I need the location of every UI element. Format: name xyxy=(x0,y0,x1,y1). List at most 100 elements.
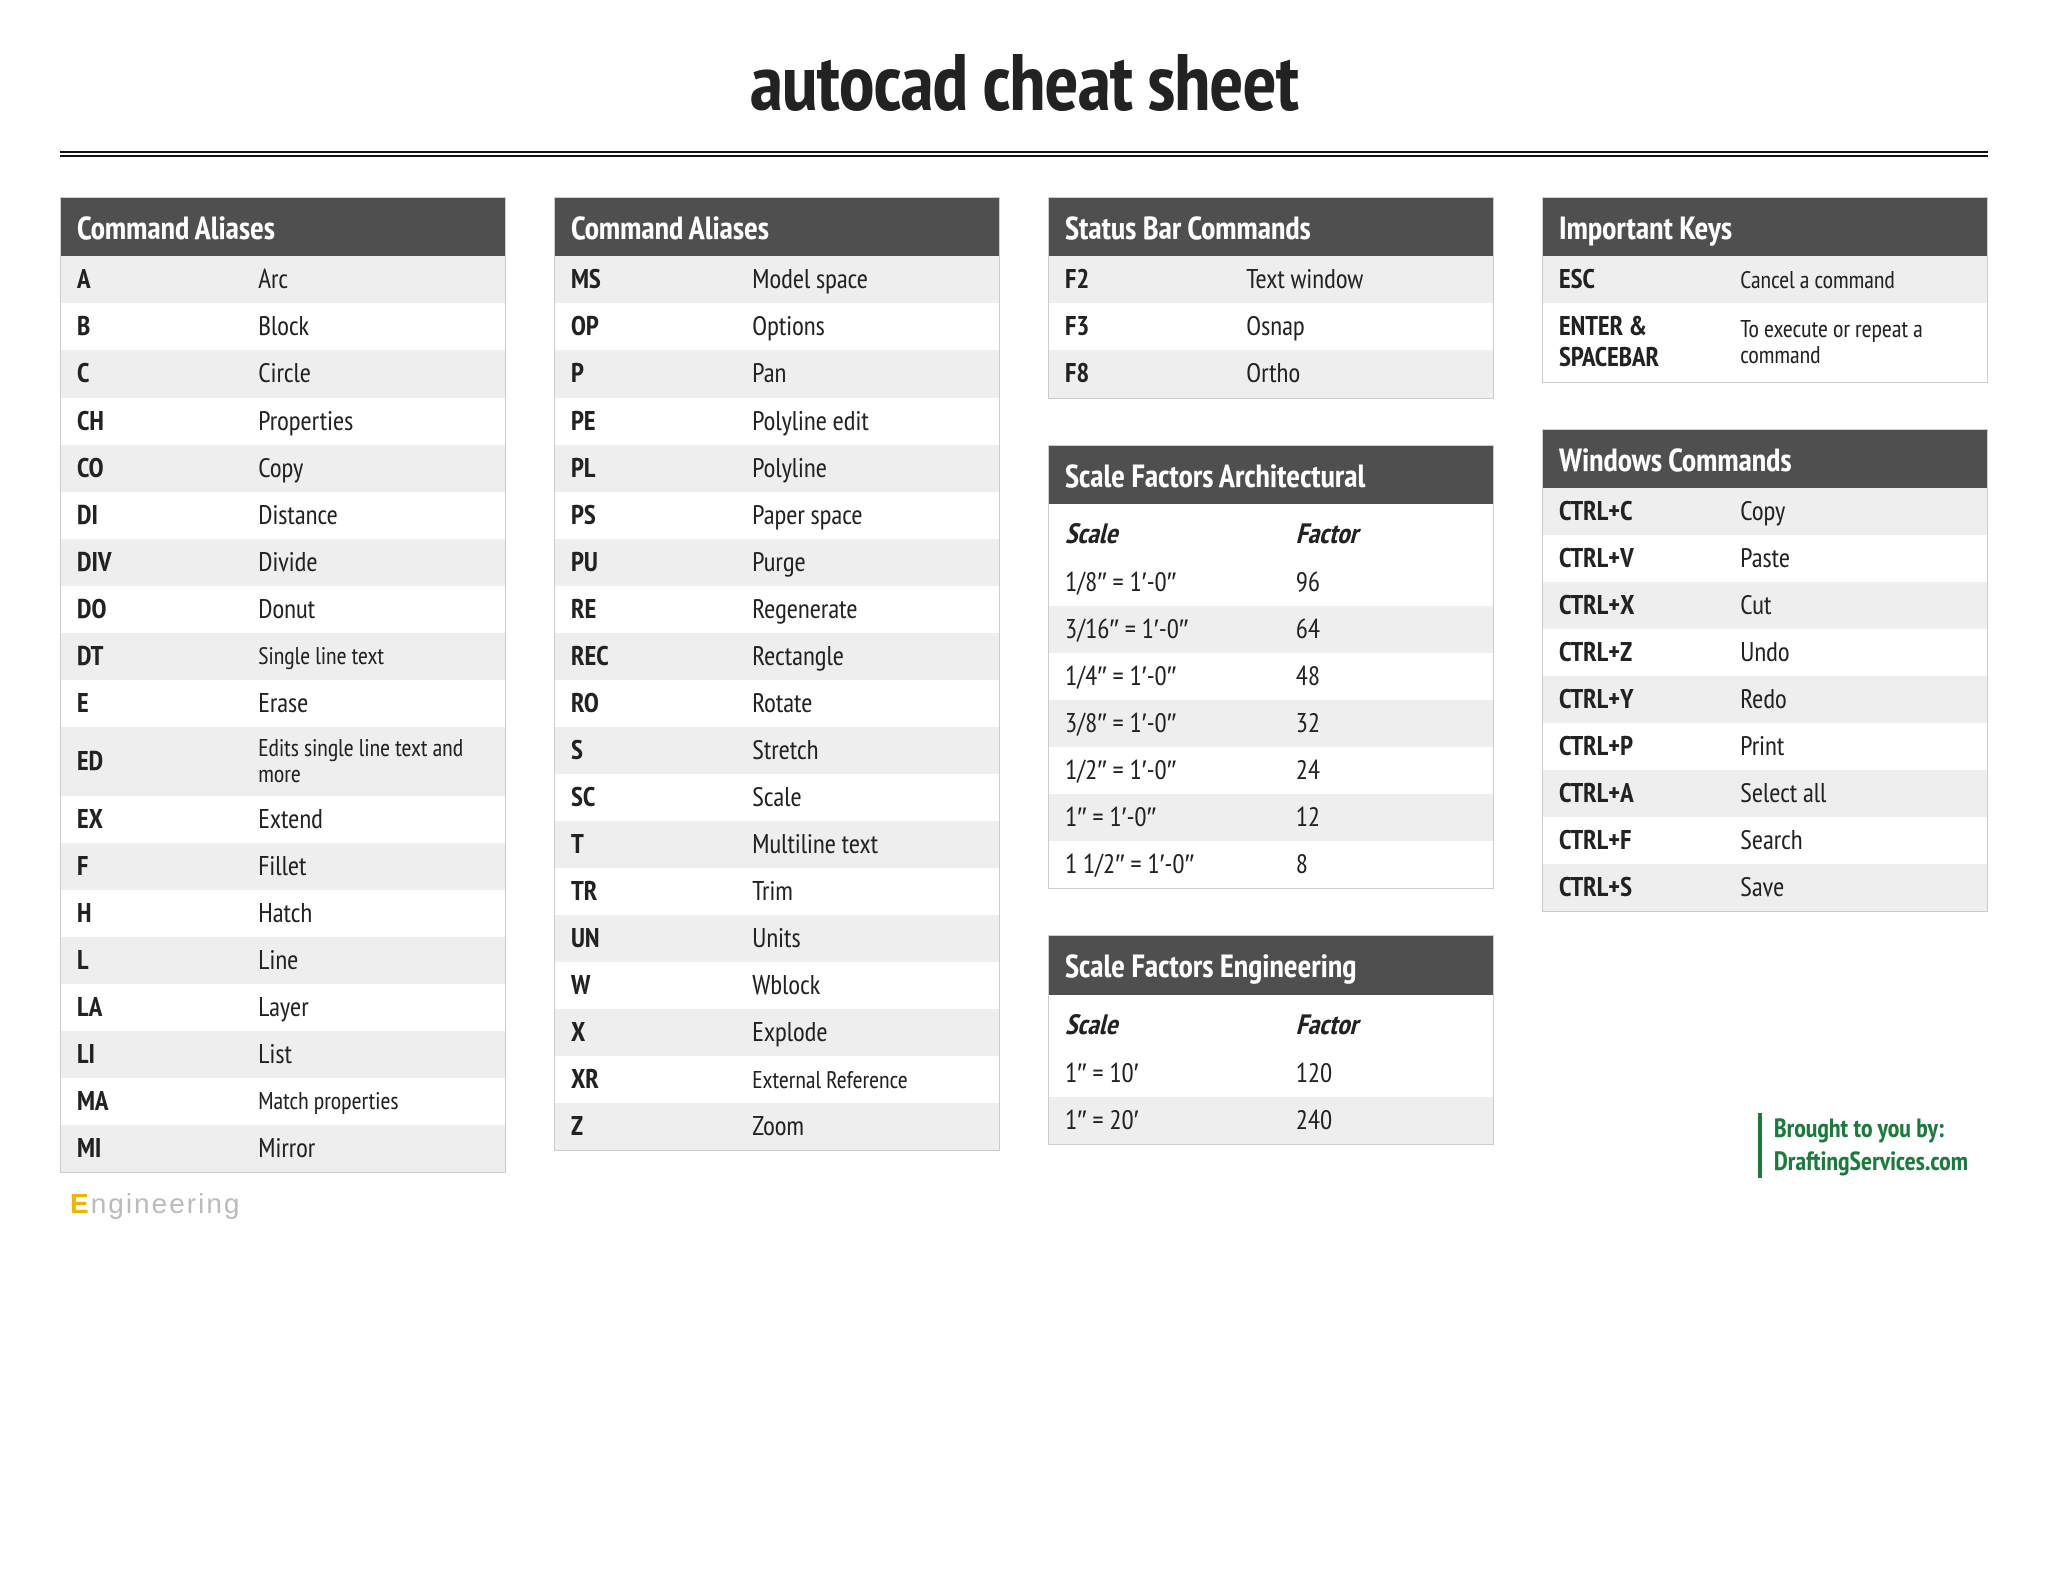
row-value: Arc xyxy=(258,264,489,295)
row-value: Model space xyxy=(752,264,983,295)
table-row: WWblock xyxy=(555,962,999,1009)
row-key: SC xyxy=(571,782,752,813)
row-key: ED xyxy=(77,746,258,777)
row-value: Line xyxy=(258,945,489,976)
row-value: 8 xyxy=(1296,849,1477,880)
row-key: CTRL+V xyxy=(1559,543,1740,574)
table-row: 1″ = 10′120 xyxy=(1049,1050,1493,1097)
table-row: DTSingle line text xyxy=(61,633,505,680)
row-value: List xyxy=(258,1039,489,1070)
table-row: CHProperties xyxy=(61,398,505,445)
table-row: RORotate xyxy=(555,680,999,727)
row-key: B xyxy=(77,311,258,342)
row-value: 48 xyxy=(1296,661,1477,692)
row-value: Copy xyxy=(1740,496,1971,527)
row-value: Circle xyxy=(258,358,489,389)
table-row: 1/4″ = 1′-0″48 xyxy=(1049,653,1493,700)
table-row: COCopy xyxy=(61,445,505,492)
row-value: Rectangle xyxy=(752,641,983,672)
columns: Command AliasesAArcBBlockCCircleCHProper… xyxy=(60,197,1988,1173)
row-value: 24 xyxy=(1296,755,1477,786)
row-key: UN xyxy=(571,923,752,954)
table-row: 1″ = 1′-0″12 xyxy=(1049,794,1493,841)
row-value: Polyline edit xyxy=(752,406,983,437)
row-value: Distance xyxy=(258,500,489,531)
row-key: C xyxy=(77,358,258,389)
watermark: Engineering xyxy=(60,1188,1988,1220)
watermark-text: ngineering xyxy=(91,1188,242,1219)
table-row: XRExternal Reference xyxy=(555,1056,999,1103)
row-value: Redo xyxy=(1740,684,1971,715)
row-key: 1/4″ = 1′-0″ xyxy=(1065,661,1296,692)
row-key: CTRL+A xyxy=(1559,778,1740,809)
table-row: AArc xyxy=(61,256,505,303)
table-row: PSPaper space xyxy=(555,492,999,539)
row-key: OP xyxy=(571,311,752,342)
table-row: CTRL+SSave xyxy=(1543,864,1987,911)
row-key: 1/2″ = 1′-0″ xyxy=(1065,755,1296,786)
row-value: Cut xyxy=(1740,590,1971,621)
card-header: Important Keys xyxy=(1543,198,1987,256)
table-row: SStretch xyxy=(555,727,999,774)
row-key: CO xyxy=(77,453,258,484)
row-key: PS xyxy=(571,500,752,531)
table-row: F8Ortho xyxy=(1049,350,1493,397)
table-row: LALayer xyxy=(61,984,505,1031)
table-row: FFillet xyxy=(61,843,505,890)
row-key: DO xyxy=(77,594,258,625)
row-value: Undo xyxy=(1740,637,1971,668)
table-row: 3/16″ = 1′-0″64 xyxy=(1049,606,1493,653)
table-row: F3Osnap xyxy=(1049,303,1493,350)
table-row: CTRL+ZUndo xyxy=(1543,629,1987,676)
card-statusbar: Status Bar Commands F2Text window F3OsnapF… xyxy=(1048,197,1494,399)
row-key: F2 xyxy=(1065,264,1246,295)
table-row: PUPurge xyxy=(555,539,999,586)
row-key: 1″ = 10′ xyxy=(1065,1058,1296,1089)
row-key: CH xyxy=(77,406,258,437)
table-row: DODonut xyxy=(61,586,505,633)
row-key: S xyxy=(571,735,752,766)
row-value: 96 xyxy=(1296,567,1477,598)
row-value: Trim xyxy=(752,876,983,907)
row-value: Select all xyxy=(1740,778,1971,809)
row-value: Single line text xyxy=(258,643,489,669)
table-row: LLine xyxy=(61,937,505,984)
table-row: BBlock xyxy=(61,303,505,350)
row-value: Divide xyxy=(258,547,489,578)
row-key: DT xyxy=(77,641,258,672)
card-header: Scale Factors Engineering xyxy=(1049,936,1493,994)
row-value: Search xyxy=(1740,825,1971,856)
column-2: Status Bar Commands F2Text window F3OsnapF… xyxy=(1048,197,1494,1145)
row-key: CTRL+S xyxy=(1559,872,1740,903)
table-row: HHatch xyxy=(61,890,505,937)
row-value: Polyline xyxy=(752,453,983,484)
row-key: T xyxy=(571,829,752,860)
table-row: DIVDivide xyxy=(61,539,505,586)
row-key: EX xyxy=(77,804,258,835)
card-aliases2: Command AliasesMSModel spaceOPOptionsPPa… xyxy=(554,197,1000,1151)
row-value: Text window xyxy=(1246,264,1477,295)
table-row: SCScale xyxy=(555,774,999,821)
sub-header-key: Scale xyxy=(1065,514,1296,551)
table-row: PPan xyxy=(555,350,999,397)
row-key: A xyxy=(77,264,258,295)
watermark-e: E xyxy=(70,1188,91,1219)
row-key: DI xyxy=(77,500,258,531)
row-value: Save xyxy=(1740,872,1971,903)
card-header: Status Bar Commands xyxy=(1049,198,1493,256)
table-row: 3/8″ = 1′-0″32 xyxy=(1049,700,1493,747)
title-rule xyxy=(60,151,1988,157)
table-row: RECRectangle xyxy=(555,633,999,680)
card-header: Scale Factors Architectural xyxy=(1049,446,1493,504)
table-row: TRTrim xyxy=(555,868,999,915)
row-value: Edits single line text and more xyxy=(258,735,489,788)
row-key: XR xyxy=(571,1064,752,1095)
row-key: ESC xyxy=(1559,264,1740,295)
row-value: 120 xyxy=(1296,1058,1477,1089)
row-key: PU xyxy=(571,547,752,578)
table-row: CTRL+YRedo xyxy=(1543,676,1987,723)
table-row: CTRL+VPaste xyxy=(1543,535,1987,582)
row-value: 64 xyxy=(1296,614,1477,645)
row-key: 3/16″ = 1′-0″ xyxy=(1065,614,1296,645)
table-row: LIList xyxy=(61,1031,505,1078)
